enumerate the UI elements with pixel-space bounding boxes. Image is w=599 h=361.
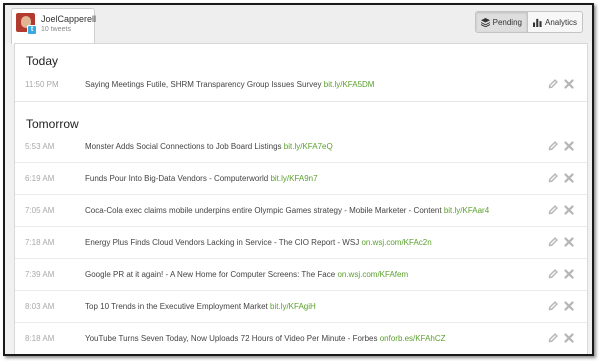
account-name: JoelCapperell (41, 14, 97, 24)
pencil-icon[interactable] (548, 141, 558, 151)
tweet-row: 11:50 PM Saying Meetings Futile, SHRM Tr… (15, 69, 587, 101)
top-bar: t JoelCapperell 10 tweets Pending Analyt… (5, 5, 592, 44)
tweet-time: 7:39 AM (25, 270, 55, 279)
tweet-text: Saying Meetings Futile, SHRM Transparenc… (85, 80, 375, 89)
tweet-row: 7:05 AM Coca-Cola exec claims mobile und… (15, 195, 587, 227)
tweet-time: 7:05 AM (25, 206, 55, 215)
close-icon[interactable] (564, 141, 574, 151)
close-icon[interactable] (564, 301, 574, 311)
pending-button[interactable]: Pending (475, 12, 528, 32)
tweet-queue: Today 11:50 PM Saying Meetings Futile, S… (14, 43, 588, 354)
pencil-icon[interactable] (548, 301, 558, 311)
analytics-button[interactable]: Analytics (528, 12, 582, 32)
pencil-icon[interactable] (548, 205, 558, 215)
tweet-row: 7:39 AM Google PR at it again! - A New H… (15, 259, 587, 291)
tweet-link[interactable]: on.wsj.com/KFAfem (337, 270, 408, 279)
tweet-time: 8:03 AM (25, 302, 55, 311)
pencil-icon[interactable] (548, 237, 558, 247)
tweet-row: 8:18 AM YouTube Turns Seven Today, Now U… (15, 323, 587, 354)
tweet-text: Funds Pour Into Big-Data Vendors - Compu… (85, 174, 318, 183)
tweet-row: 7:18 AM Energy Plus Finds Cloud Vendors … (15, 227, 587, 259)
close-icon[interactable] (564, 333, 574, 343)
section-heading-tomorrow: Tomorrow (15, 101, 587, 131)
tweet-row: 8:03 AM Top 10 Trends in the Executive E… (15, 291, 587, 323)
tweet-count: 10 tweets (41, 26, 71, 33)
pending-label: Pending (492, 17, 522, 27)
close-icon[interactable] (564, 173, 574, 183)
tweet-row: 6:19 AM Funds Pour Into Big-Data Vendors… (15, 163, 587, 195)
tweet-link[interactable]: bit.ly/KFAgiH (270, 302, 316, 311)
section-heading-today: Today (26, 54, 59, 68)
close-icon[interactable] (564, 205, 574, 215)
analytics-label: Analytics (544, 17, 577, 27)
tweet-link[interactable]: bit.ly/KFAar4 (444, 206, 489, 215)
tweet-time: 5:53 AM (25, 142, 55, 151)
tweet-link[interactable]: on.wsj.com/KFAc2n (361, 238, 431, 247)
close-icon[interactable] (564, 269, 574, 279)
tweet-link[interactable]: bit.ly/KFA5DM (324, 80, 375, 89)
account-tab[interactable]: t JoelCapperell 10 tweets (11, 8, 97, 44)
tweet-time: 7:18 AM (25, 238, 55, 247)
pencil-icon[interactable] (548, 173, 558, 183)
tweet-link[interactable]: bit.ly/KFA9n7 (270, 174, 317, 183)
tweet-row: 5:53 AM Monster Adds Social Connections … (15, 131, 587, 163)
tweet-time: 11:50 PM (25, 80, 59, 89)
pencil-icon[interactable] (548, 333, 558, 343)
tweet-link[interactable]: onforb.es/KFAhCZ (380, 334, 446, 343)
pencil-icon[interactable] (548, 269, 558, 279)
tweet-time: 6:19 AM (25, 174, 55, 183)
tweet-text: YouTube Turns Seven Today, Now Uploads 7… (85, 334, 446, 343)
tweet-link[interactable]: bit.ly/KFA7eQ (284, 142, 333, 151)
tweet-time: 8:18 AM (25, 334, 55, 343)
view-toggle: Pending Analytics (474, 11, 583, 33)
tweet-text: Google PR at it again! - A New Home for … (85, 270, 409, 279)
pencil-icon[interactable] (548, 79, 558, 89)
tweet-text: Energy Plus Finds Cloud Vendors Lacking … (85, 238, 432, 247)
twitter-icon: t (27, 25, 37, 35)
tweet-text: Coca-Cola exec claims mobile underpins e… (85, 206, 490, 215)
app-window: t JoelCapperell 10 tweets Pending Analyt… (3, 3, 594, 356)
close-icon[interactable] (564, 237, 574, 247)
close-icon[interactable] (564, 79, 574, 89)
bar-chart-icon (532, 18, 542, 27)
tweet-text: Top 10 Trends in the Executive Employmen… (85, 302, 316, 311)
stack-icon (480, 17, 490, 27)
tweet-text: Monster Adds Social Connections to Job B… (85, 142, 333, 151)
